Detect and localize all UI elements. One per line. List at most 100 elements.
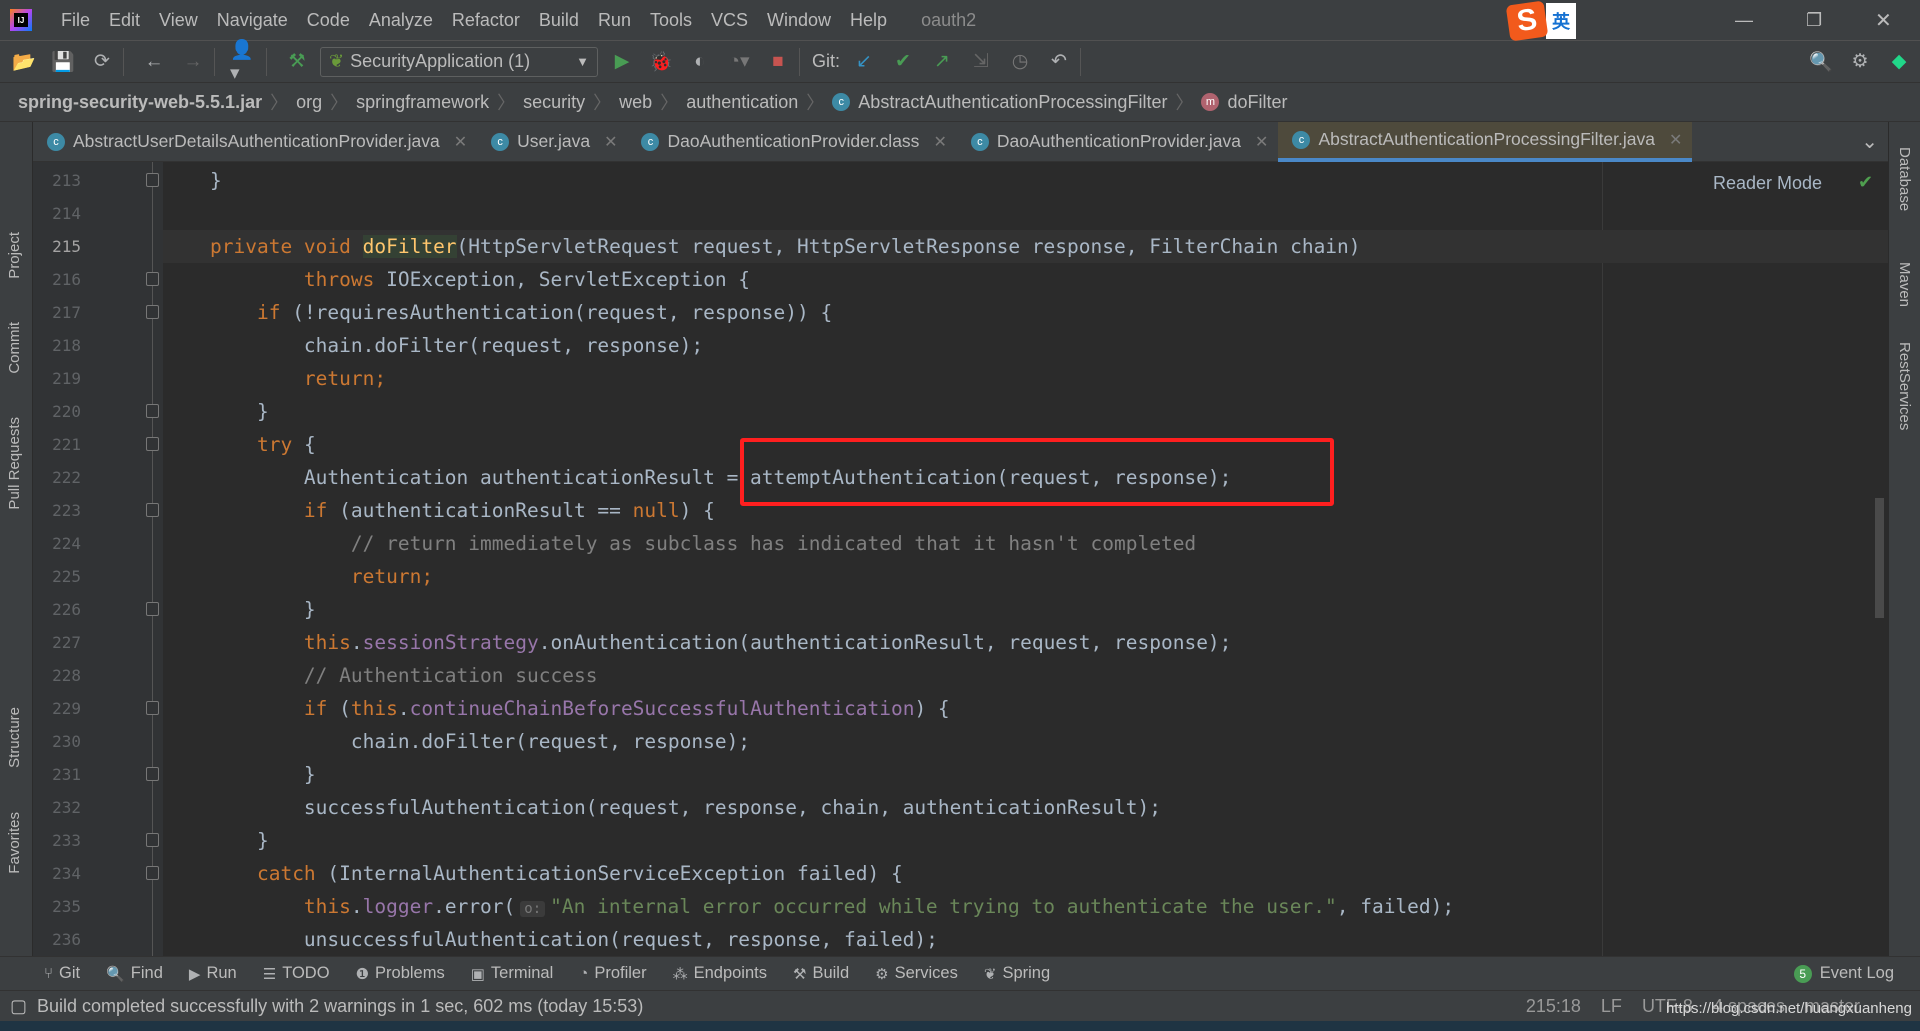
code-editor[interactable]: Reader Mode ✔ 213} 214 215 private void doF… (33, 162, 1888, 956)
code-line[interactable]: } (210, 824, 269, 857)
scrollbar[interactable] (1875, 498, 1884, 618)
user-icon[interactable]: 👤▾ (230, 40, 260, 84)
debug-icon[interactable]: 🐞 (646, 47, 676, 77)
code-line[interactable]: Authentication authenticationResult = at… (210, 461, 1231, 494)
caret-position[interactable]: 215:18 (1526, 996, 1581, 1017)
search-icon[interactable]: 🔍 (1806, 47, 1836, 77)
fold-marker-icon[interactable] (146, 833, 159, 847)
close-icon[interactable]: ✕ (1255, 132, 1268, 152)
profile-icon[interactable]: ◔▾ (724, 47, 754, 77)
code-line[interactable]: } (210, 593, 316, 626)
menu-navigate[interactable]: Navigate (217, 10, 288, 31)
fold-marker-icon[interactable] (146, 305, 159, 319)
history-icon[interactable]: ◷ (1005, 47, 1035, 77)
tool-database[interactable]: Database (1896, 147, 1913, 211)
breadcrumb-item[interactable]: web (619, 92, 652, 113)
fold-marker-icon[interactable] (146, 602, 159, 616)
code-line[interactable]: // return immediately as subclass has in… (210, 527, 1196, 560)
menu-build[interactable]: Build (539, 10, 579, 31)
git-update-icon[interactable]: ↙ (849, 47, 879, 77)
event-log-button[interactable]: 5 Event Log (1793, 964, 1894, 983)
breadcrumb-item[interactable]: authentication (686, 92, 798, 113)
fold-marker-icon[interactable] (146, 404, 159, 418)
menu-refactor[interactable]: Refactor (452, 10, 520, 31)
open-folder-icon[interactable]: 📂 (9, 47, 39, 77)
coverage-icon[interactable]: ◐ (685, 47, 715, 77)
menu-view[interactable]: View (159, 10, 198, 31)
code-line[interactable]: // Authentication success (210, 659, 598, 692)
git-commit-icon[interactable]: ✔ (888, 47, 918, 77)
menu-analyze[interactable]: Analyze (369, 10, 433, 31)
menu-window[interactable]: Window (767, 10, 831, 31)
save-icon[interactable]: 💾 (48, 47, 78, 77)
code-line[interactable]: successfulAuthentication(request, respon… (210, 791, 1161, 824)
tab-user-java[interactable]: c User.java ✕ (477, 122, 627, 162)
code-line[interactable]: } (210, 164, 222, 197)
git-push-icon[interactable]: ↗ (927, 47, 957, 77)
fold-marker-icon[interactable] (146, 767, 159, 781)
code-line[interactable]: this.logger.error(o: "An internal error o… (210, 890, 1454, 926)
tool-project[interactable]: Project (6, 232, 23, 279)
back-icon[interactable]: ← (139, 47, 169, 77)
menu-help[interactable]: Help (850, 10, 887, 31)
close-icon[interactable]: ✕ (1669, 130, 1682, 150)
code-line[interactable]: catch (InternalAuthenticationServiceExce… (210, 857, 903, 890)
status-panel-icon[interactable]: ▢ (10, 996, 27, 1017)
menu-file[interactable]: File (61, 10, 90, 31)
menu-code[interactable]: Code (307, 10, 350, 31)
tab-daoauthenticationprovider-class[interactable]: c DaoAuthenticationProvider.class ✕ (627, 122, 956, 162)
toolwindow-run[interactable]: ▶ Run (189, 964, 237, 983)
fold-marker-icon[interactable] (146, 437, 159, 451)
code-line[interactable]: return; (210, 362, 386, 395)
build-hammer-icon[interactable]: ⚒ (282, 47, 312, 77)
close-icon[interactable]: ✕ (933, 132, 946, 152)
breadcrumb-item[interactable]: doFilter (1227, 92, 1287, 113)
toolwindow-git[interactable]: ⑂ Git (44, 964, 80, 983)
tab-abstractauthenticationprocessingfilter-java[interactable]: c AbstractAuthenticationProcessingFilter.… (1278, 121, 1693, 162)
breadcrumb-item[interactable]: org (296, 92, 322, 113)
code-line[interactable]: if (this.continueChainBeforeSuccessfulAu… (210, 692, 950, 725)
toolwindow-build[interactable]: ⚒ Build (793, 964, 849, 983)
toolwindow-problems[interactable]: ❶ Problems (356, 964, 445, 983)
tab-daoauthenticationprovider-java[interactable]: c DaoAuthenticationProvider.java ✕ (957, 122, 1279, 162)
toolwindow-spring[interactable]: ❦ Spring (984, 964, 1050, 983)
tool-commit[interactable]: Commit (6, 322, 23, 374)
reader-mode-button[interactable]: Reader Mode (1713, 173, 1822, 194)
git-compare-icon[interactable]: ⇲ (966, 47, 996, 77)
menu-vcs[interactable]: VCS (711, 10, 748, 31)
chevron-down-icon[interactable]: ⌄ (1861, 129, 1878, 154)
toolwindow-endpoints[interactable]: ⁂ Endpoints (673, 964, 767, 983)
fold-marker-icon[interactable] (146, 173, 159, 187)
tab-abstractuserdetailsauthenticationprovider-java[interactable]: c AbstractUserDetailsAuthenticationProvid… (33, 122, 477, 162)
breadcrumb-item[interactable]: springframework (356, 92, 489, 113)
fold-marker-icon[interactable] (146, 272, 159, 286)
code-line[interactable]: try { (210, 428, 316, 461)
fold-marker-icon[interactable] (146, 701, 159, 715)
fold-marker-icon[interactable] (146, 866, 159, 880)
menu-tools[interactable]: Tools (650, 10, 692, 31)
tool-pull-requests[interactable]: Pull Requests (6, 417, 23, 510)
menu-edit[interactable]: Edit (109, 10, 140, 31)
code-line[interactable]: throws IOException, ServletException { (210, 263, 750, 296)
status-message[interactable]: Build completed successfully with 2 warn… (37, 996, 643, 1017)
close-window-button[interactable]: ✕ (1875, 8, 1892, 33)
breadcrumb-item[interactable]: spring-security-web-5.5.1.jar (18, 92, 262, 113)
toolwindow-terminal[interactable]: ▣ Terminal (471, 964, 554, 983)
menu-run[interactable]: Run (598, 10, 631, 31)
code-line[interactable]: chain.doFilter(request, response); (210, 329, 703, 362)
inspection-ok-icon[interactable]: ✔ (1858, 172, 1873, 193)
stop-icon[interactable]: ■ (763, 47, 793, 77)
line-separator[interactable]: LF (1601, 996, 1622, 1017)
toolbox-icon[interactable]: ◆ (1884, 47, 1914, 77)
fold-marker-icon[interactable] (146, 503, 159, 517)
code-line[interactable]: this.sessionStrategy.onAuthentication(au… (210, 626, 1232, 659)
minimize-button[interactable]: — (1735, 10, 1753, 31)
breadcrumb-item[interactable]: security (523, 92, 585, 113)
run-configuration-select[interactable]: ❦ SecurityApplication (1) ▼ (320, 46, 598, 77)
close-icon[interactable]: ✕ (604, 132, 617, 152)
gear-icon[interactable]: ⚙ (1845, 47, 1875, 77)
sync-icon[interactable]: ⟳ (87, 47, 117, 77)
tool-structure[interactable]: Structure (6, 707, 23, 768)
tool-favorites[interactable]: Favorites (6, 812, 23, 874)
run-icon[interactable]: ▶ (607, 47, 637, 77)
